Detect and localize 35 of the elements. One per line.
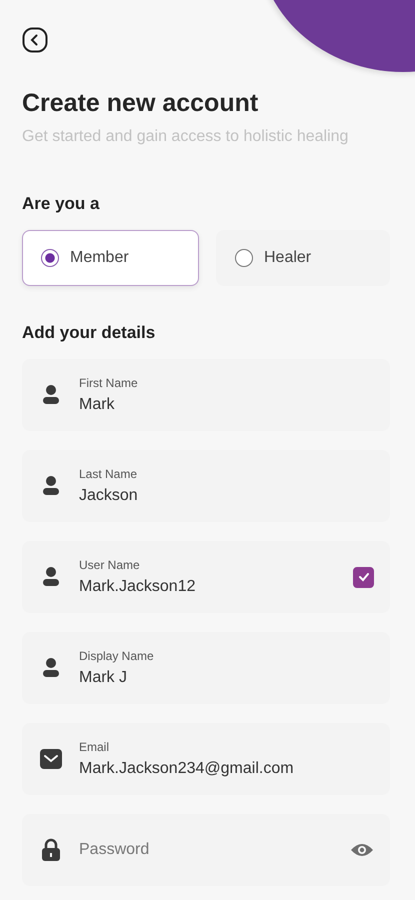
input-field[interactable]: Display Name Mark J [22,632,390,704]
field-label: User Name [79,556,141,572]
radio-icon [235,249,253,267]
radio-icon [41,249,59,267]
input-field[interactable]: Last Name Jackson [22,450,390,522]
input-field[interactable]: Password [22,814,390,886]
page-title: Create new account [22,88,260,118]
role-option[interactable]: Member [22,230,199,286]
role-option[interactable]: Healer [216,230,390,286]
input-field[interactable]: First Name Mark [22,359,390,431]
field-value: Mark J [79,668,128,688]
field-label: Display Name [79,648,155,664]
section-heading: Add your details [22,322,156,344]
field-label: Email [79,738,110,754]
eye-icon[interactable] [350,842,374,858]
field-label: Last Name [79,466,138,482]
input-field[interactable]: User Name Mark.Jackson12 [22,541,390,613]
person-icon [40,475,62,497]
padlock-icon [40,838,62,862]
person-icon [40,657,62,679]
field-placeholder: Password [79,841,150,859]
person-icon [40,566,62,588]
section-heading: Are you a [22,193,100,215]
checkbox[interactable] [353,566,374,588]
field-value: Mark.Jackson12 [79,576,196,596]
person-icon [40,384,62,406]
field-label: First Name [79,374,139,390]
field-value: Jackson [79,486,139,506]
input-field[interactable]: Email Mark.Jackson234@gmail.com [22,723,390,795]
back-icon [22,27,48,53]
checkmark-icon [358,572,370,582]
field-value: Mark.Jackson234@gmail.com [79,758,295,778]
field-value: Mark [79,394,116,414]
back-button[interactable] [22,27,48,53]
envelope-icon [40,749,62,769]
